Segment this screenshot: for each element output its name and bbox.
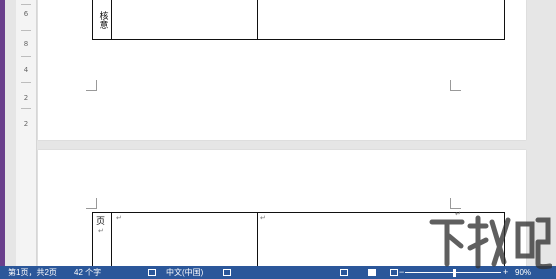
paragraph-mark: ↵: [260, 214, 266, 222]
ruler-number: 6: [23, 10, 29, 18]
table-cell[interactable]: [258, 0, 504, 39]
ruler-number: 4: [23, 66, 29, 74]
table-cell[interactable]: ↵: [112, 213, 258, 266]
window-left-border: [0, 0, 5, 279]
web-layout-icon[interactable]: [390, 269, 398, 276]
margin-corner-mark: [86, 80, 97, 91]
margin-corner-mark: [450, 80, 461, 91]
margin-corner-mark: [86, 198, 97, 209]
paragraph-mark: ↵: [98, 227, 104, 235]
ruler-tick: [21, 4, 31, 5]
zoom-out-button[interactable]: −: [399, 266, 404, 279]
table-cell[interactable]: [112, 0, 258, 39]
paragraph-mark: ↵: [116, 214, 122, 222]
proofing-icon[interactable]: [148, 269, 156, 276]
vertical-ruler[interactable]: 6 8 4 2 2: [16, 0, 37, 266]
page-count[interactable]: 第1页，共2页: [8, 266, 57, 279]
site-logo-watermark: [428, 212, 553, 272]
language-indicator[interactable]: 中文(中国): [166, 266, 203, 279]
table-cell-label[interactable]: 页 ↵: [93, 213, 112, 266]
ruler-number: 2: [23, 94, 29, 102]
ruler-number: 8: [23, 40, 29, 48]
cell-text: 页: [96, 217, 106, 227]
document-table[interactable]: 核意: [92, 0, 505, 40]
macro-record-icon[interactable]: [223, 269, 231, 276]
table-cell-label[interactable]: 核意: [93, 0, 112, 39]
ruler-tick: [21, 108, 31, 109]
ruler-tick: [21, 82, 31, 83]
ruler-tick: [21, 56, 31, 57]
margin-corner-mark: [450, 198, 461, 209]
ruler-tick: [21, 30, 31, 31]
word-count[interactable]: 42 个字: [74, 266, 101, 279]
ruler-number: 2: [23, 120, 29, 128]
read-mode-icon[interactable]: [340, 269, 348, 276]
print-layout-icon[interactable]: [368, 269, 376, 276]
document-page-1[interactable]: 核意: [38, 0, 526, 140]
